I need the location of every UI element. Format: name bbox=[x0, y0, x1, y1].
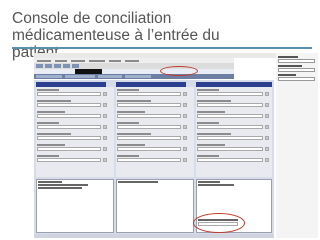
row-label bbox=[197, 122, 219, 124]
menu-item[interactable] bbox=[55, 59, 67, 62]
row-label bbox=[117, 89, 139, 91]
bottom-label bbox=[118, 181, 158, 183]
form-field[interactable] bbox=[37, 92, 101, 96]
title-rule bbox=[12, 47, 312, 49]
status-bar bbox=[34, 234, 274, 238]
dropdown-button[interactable] bbox=[265, 136, 269, 140]
dropdown-button[interactable] bbox=[265, 92, 269, 96]
menu-item[interactable] bbox=[37, 59, 51, 62]
dropdown-button[interactable] bbox=[183, 147, 187, 151]
form-field[interactable] bbox=[197, 136, 263, 140]
row-label bbox=[37, 122, 59, 124]
form-field[interactable] bbox=[197, 92, 263, 96]
tab-bar bbox=[34, 74, 234, 79]
dropdown-button[interactable] bbox=[183, 136, 187, 140]
row-label bbox=[117, 111, 145, 113]
side-label bbox=[278, 74, 296, 76]
dropdown-button[interactable] bbox=[265, 147, 269, 151]
row-label bbox=[197, 144, 225, 146]
form-field[interactable] bbox=[37, 136, 101, 140]
dropdown-button[interactable] bbox=[103, 158, 107, 162]
dropdown-button[interactable] bbox=[103, 147, 107, 151]
row-label bbox=[37, 111, 65, 113]
row-label bbox=[117, 144, 145, 146]
toolbar-button[interactable] bbox=[72, 64, 79, 68]
dropdown-button[interactable] bbox=[265, 158, 269, 162]
form-field[interactable] bbox=[117, 147, 181, 151]
tab[interactable] bbox=[98, 75, 122, 78]
side-field[interactable] bbox=[278, 77, 315, 81]
menu-item[interactable] bbox=[125, 59, 139, 62]
tab[interactable] bbox=[36, 75, 62, 78]
row-label bbox=[117, 100, 151, 102]
form-field[interactable] bbox=[37, 158, 101, 162]
form-field[interactable] bbox=[37, 103, 101, 107]
row-label bbox=[197, 100, 231, 102]
form-field[interactable] bbox=[37, 125, 101, 129]
form-field[interactable] bbox=[117, 103, 181, 107]
dropdown-button[interactable] bbox=[103, 125, 107, 129]
side-label bbox=[278, 65, 302, 67]
dropdown-button[interactable] bbox=[183, 114, 187, 118]
toolbar-button[interactable] bbox=[63, 64, 70, 68]
row-label bbox=[37, 100, 71, 102]
row-label bbox=[37, 144, 65, 146]
form-field[interactable] bbox=[197, 125, 263, 129]
row-label bbox=[37, 89, 59, 91]
row-label bbox=[37, 155, 59, 157]
menu-item[interactable] bbox=[89, 59, 105, 62]
row-label bbox=[197, 155, 219, 157]
form-field[interactable] bbox=[117, 114, 181, 118]
side-field[interactable] bbox=[278, 59, 315, 63]
form-field[interactable] bbox=[197, 158, 263, 162]
automedication-box[interactable] bbox=[116, 179, 194, 233]
row-label bbox=[117, 155, 139, 157]
side-field[interactable] bbox=[278, 68, 315, 72]
form-field[interactable] bbox=[117, 92, 181, 96]
form-field[interactable] bbox=[117, 125, 181, 129]
dropdown-button[interactable] bbox=[183, 103, 187, 107]
dropdown-button[interactable] bbox=[265, 114, 269, 118]
dropdown-button[interactable] bbox=[183, 158, 187, 162]
row-label bbox=[197, 111, 225, 113]
bottom-label bbox=[38, 181, 62, 183]
bottom-label bbox=[198, 181, 220, 183]
form-field[interactable] bbox=[197, 103, 263, 107]
dropdown-button[interactable] bbox=[265, 125, 269, 129]
form-field[interactable] bbox=[197, 147, 263, 151]
row-label bbox=[197, 89, 219, 91]
dropdown-button[interactable] bbox=[103, 103, 107, 107]
row-label bbox=[117, 122, 139, 124]
dropdown-button[interactable] bbox=[103, 136, 107, 140]
form-field[interactable] bbox=[117, 158, 181, 162]
annotation-circle-toolbar bbox=[160, 66, 198, 76]
row-label bbox=[117, 133, 151, 135]
toolbar-button[interactable] bbox=[45, 64, 52, 68]
dropdown-button[interactable] bbox=[183, 125, 187, 129]
dropdown-button[interactable] bbox=[265, 103, 269, 107]
dropdown-button[interactable] bbox=[103, 92, 107, 96]
bottom-label bbox=[38, 184, 88, 186]
bottom-label bbox=[198, 184, 234, 186]
menu-item[interactable] bbox=[109, 59, 121, 62]
form-field[interactable] bbox=[37, 114, 101, 118]
form-field[interactable] bbox=[37, 147, 101, 151]
side-label bbox=[278, 56, 298, 58]
toolbar-button[interactable] bbox=[36, 64, 43, 68]
bottom-label bbox=[38, 187, 82, 189]
form-field[interactable] bbox=[197, 114, 263, 118]
tab[interactable] bbox=[65, 75, 95, 78]
toolbar-button[interactable] bbox=[54, 64, 61, 68]
annotation-circle-observation bbox=[193, 213, 245, 233]
dropdown-button[interactable] bbox=[183, 92, 187, 96]
row-label bbox=[37, 133, 71, 135]
menu-item[interactable] bbox=[71, 59, 85, 62]
dropdown-button[interactable] bbox=[103, 114, 107, 118]
row-label bbox=[197, 133, 231, 135]
tab[interactable] bbox=[125, 75, 151, 78]
form-field[interactable] bbox=[117, 136, 181, 140]
app-screenshot bbox=[34, 53, 318, 238]
